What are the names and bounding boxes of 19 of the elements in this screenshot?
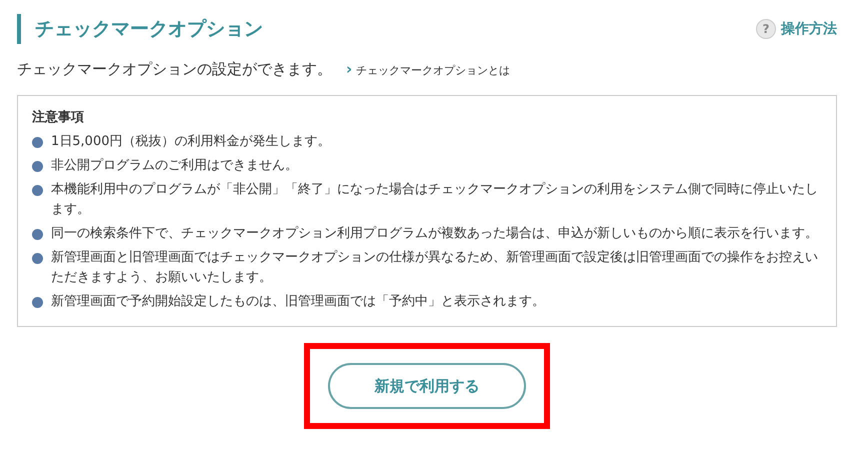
description-text: チェックマークオプションの設定ができます。	[17, 60, 332, 79]
notice-item: 新管理画面と旧管理画面ではチェックマークオプションの仕様が異なるため、新管理画面で設定後は旧管理画面での操作をお控えいただきますよう、お願いいたします。	[51, 249, 819, 287]
bullet-icon	[32, 229, 43, 240]
info-link[interactable]: › チェックマークオプションとは	[346, 60, 510, 78]
notice-item: 本機能利用中のプログラムが「非公開」「終了」になった場合はチェックマークオプションの利用をシステム側で同時に停止いたします。	[51, 181, 819, 219]
notice-title: 注意事項	[32, 108, 85, 126]
bullet-icon	[32, 253, 43, 264]
notice-item: 非公開プログラムのご利用はできません。	[51, 157, 299, 175]
page-title: チェックマークオプション	[17, 14, 263, 44]
bullet-icon	[32, 297, 43, 308]
help-link[interactable]: 操作方法	[781, 20, 837, 38]
bullet-icon	[32, 185, 43, 196]
help-icon[interactable]: ?	[756, 19, 776, 39]
bullet-icon	[32, 161, 43, 172]
notice-item: 新管理画面で予約開始設定したものは、旧管理画面では「予約中」と表示されます。	[51, 293, 546, 311]
new-use-button[interactable]: 新規で利用する	[328, 363, 526, 409]
bullet-icon	[32, 137, 43, 148]
notice-item: 同一の検索条件下で、チェックマークオプション利用プログラムが複数あった場合は、申込が新しいものから順に表示を行います。	[51, 225, 819, 243]
notice-item: 1日5,000円（税抜）の利用料金が発生します。	[51, 133, 332, 151]
